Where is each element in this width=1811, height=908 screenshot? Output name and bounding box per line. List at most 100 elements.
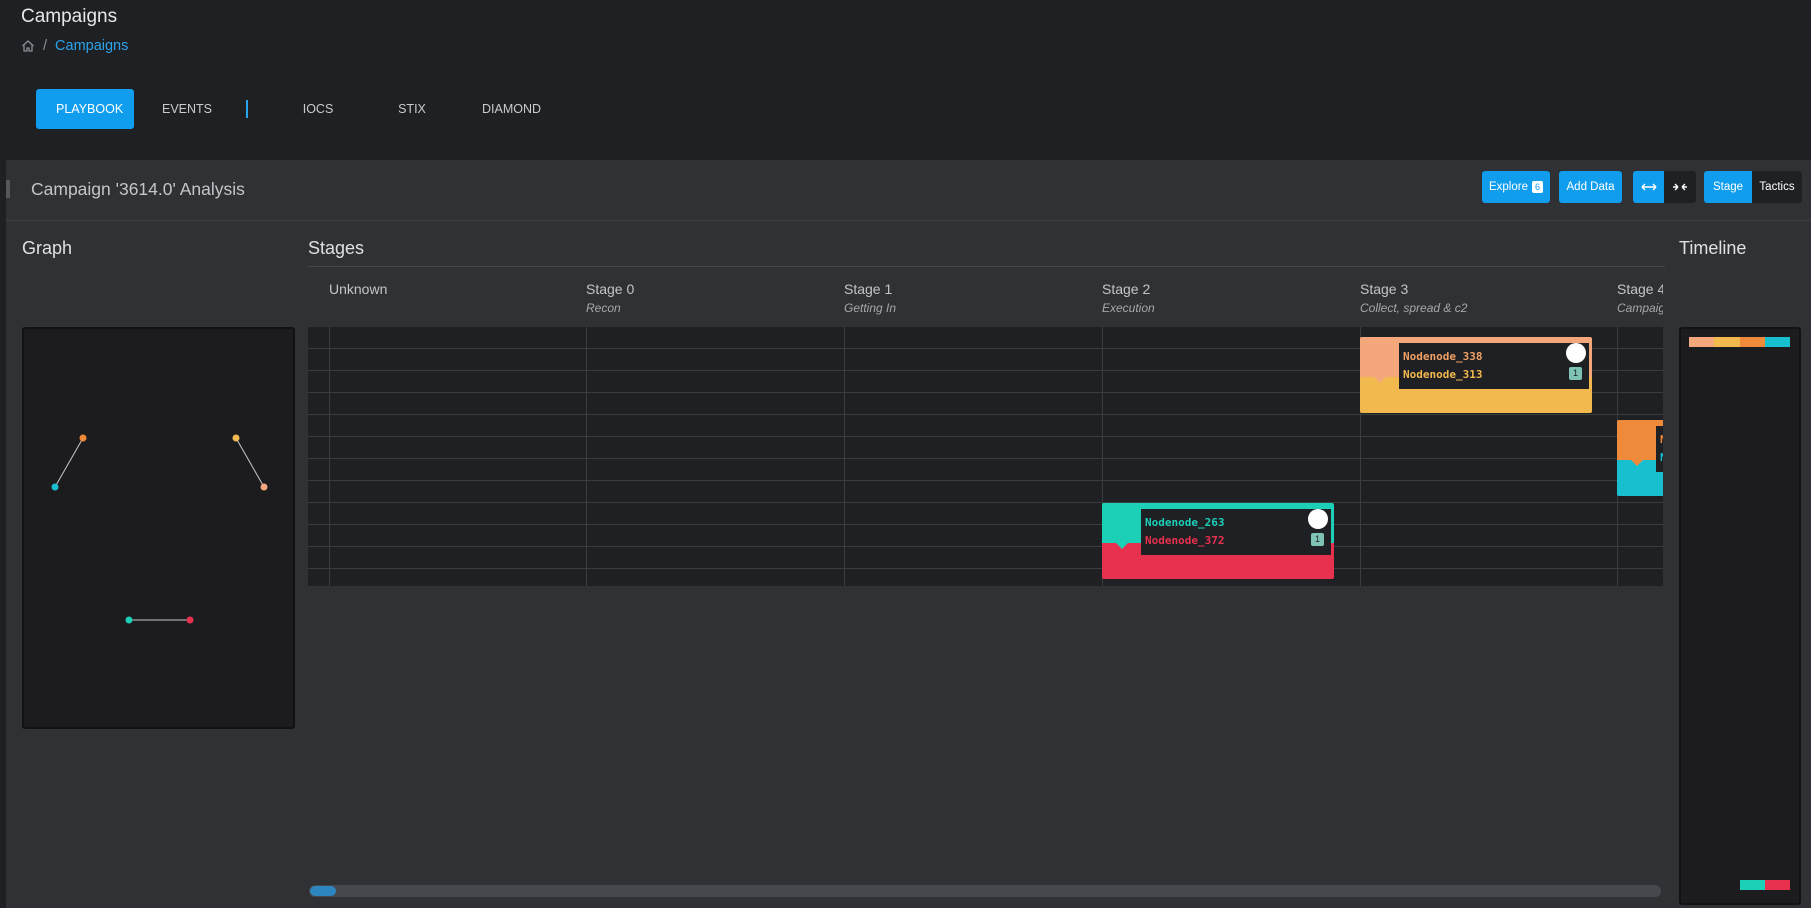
- card-node-1[interactable]: N: [1660, 433, 1663, 446]
- graph-node[interactable]: [186, 616, 194, 624]
- card-node-1[interactable]: Nodenode_338: [1403, 350, 1482, 363]
- card-node-1[interactable]: Nodenode_263: [1145, 516, 1224, 529]
- stage-header-1: Stage 1 Getting In: [844, 281, 896, 315]
- view-tactics-button[interactable]: Tactics: [1752, 171, 1802, 203]
- grid-line: [308, 524, 1663, 525]
- tab-separator: [246, 100, 248, 118]
- stage-name: Stage 1: [844, 281, 893, 297]
- grid-line: [308, 480, 1663, 481]
- card-status-circle[interactable]: [1308, 509, 1328, 529]
- card-node-2[interactable]: Nodenode_313: [1403, 368, 1482, 381]
- graph-panel[interactable]: [22, 327, 295, 729]
- card-panel: Nodenode_263 Nodenode_372 1: [1141, 509, 1331, 555]
- stage-name: Stage 3: [1360, 281, 1409, 297]
- stage-subtitle: Collect, spread & c2: [1360, 301, 1468, 315]
- stage-header-0: Stage 0 Recon: [586, 281, 634, 315]
- stage-subtitle: Execution: [1102, 301, 1155, 315]
- grid-line: [308, 568, 1663, 569]
- tab-playbook[interactable]: PLAYBOOK: [36, 89, 134, 129]
- stage-header-2: Stage 2 Execution: [1102, 281, 1155, 315]
- card-flag-notch: [1629, 458, 1645, 466]
- add-data-button[interactable]: Add Data: [1559, 171, 1622, 203]
- graph-node[interactable]: [232, 434, 240, 442]
- top-bar: Campaigns / Campaigns PLAYBOOK EVENTS IO…: [0, 0, 1811, 160]
- graph-edge: [54, 437, 84, 488]
- tab-bar: PLAYBOOK EVENTS IOCS STIX DIAMOND: [36, 89, 561, 129]
- stage-subtitle: Campaig: [1617, 301, 1663, 315]
- panel-edge-marker: [6, 180, 10, 198]
- stages-underline: [308, 266, 1665, 267]
- graph-canvas: [51, 434, 268, 624]
- stage-header-4: Stage 4 Campaig: [1617, 281, 1663, 315]
- stages-section-title: Stages: [308, 238, 365, 258]
- grid-line: [308, 458, 1663, 459]
- collapse-arrows-icon[interactable]: [1664, 171, 1696, 203]
- timeline-bar[interactable]: [1765, 880, 1790, 890]
- tab-iocs[interactable]: IOCS: [274, 89, 362, 129]
- stage-name: Stage 0: [586, 281, 635, 297]
- grid-line: [308, 414, 1663, 415]
- card-node-2[interactable]: N: [1660, 451, 1663, 464]
- grid-line: [308, 546, 1663, 547]
- explore-label: Explore: [1488, 181, 1528, 193]
- grid-line: [308, 502, 1663, 503]
- stage-name: Stage 4: [1617, 281, 1663, 297]
- explore-count-badge: 6: [1531, 181, 1543, 193]
- card-flag: [1617, 420, 1657, 466]
- card-flag-notch: [1372, 375, 1388, 383]
- tab-diamond[interactable]: DIAMOND: [462, 89, 561, 129]
- analysis-title: Campaign '3614.0' Analysis: [31, 179, 245, 199]
- stage-header-3: Stage 3 Collect, spread & c2: [1360, 281, 1467, 315]
- card-flag: [1360, 337, 1400, 383]
- breadcrumb-separator: /: [43, 38, 48, 54]
- card-node-2[interactable]: Nodenode_372: [1145, 534, 1224, 547]
- grid-line: [844, 327, 845, 586]
- card-panel: N N: [1656, 426, 1663, 472]
- timeline-section-title: Timeline: [1679, 238, 1747, 258]
- card-count-badge: 1: [1311, 533, 1324, 546]
- breadcrumb: / Campaigns: [21, 38, 128, 54]
- stage-subtitle: Getting In: [844, 301, 897, 315]
- graph-edge: [235, 437, 265, 488]
- graph-section-title: Graph: [22, 238, 73, 258]
- grid-line: [586, 327, 587, 586]
- tab-stix[interactable]: STIX: [362, 89, 462, 129]
- scrollbar-thumb[interactable]: [310, 886, 336, 896]
- stages-grid[interactable]: Nodenode_338 Nodenode_313 1 N N Nodenode…: [308, 327, 1663, 586]
- graph-node[interactable]: [51, 483, 59, 491]
- timeline-bar[interactable]: [1740, 337, 1765, 347]
- page-title: Campaigns: [21, 6, 118, 27]
- node-card[interactable]: N N: [1617, 420, 1663, 496]
- stage-name: Stage 2: [1102, 281, 1151, 297]
- stages-horizontal-scrollbar[interactable]: [309, 885, 1661, 897]
- card-status-circle[interactable]: [1566, 343, 1586, 363]
- card-flag: [1102, 503, 1142, 549]
- card-count-badge: 1: [1569, 367, 1582, 380]
- graph-node[interactable]: [79, 434, 87, 442]
- node-card[interactable]: Nodenode_338 Nodenode_313 1: [1360, 337, 1592, 413]
- timeline-bar[interactable]: [1714, 337, 1740, 347]
- tab-events[interactable]: EVENTS: [134, 89, 240, 129]
- view-mode-toggle: Stage Tactics: [1704, 171, 1802, 203]
- stage-subtitle: Recon: [586, 301, 621, 315]
- stage-header-unknown: Unknown: [329, 281, 387, 297]
- panel-divider: [6, 220, 1811, 221]
- grid-line: [308, 436, 1663, 437]
- card-panel: Nodenode_338 Nodenode_313 1: [1399, 343, 1589, 389]
- timeline-bar[interactable]: [1765, 337, 1790, 347]
- graph-node[interactable]: [125, 616, 133, 624]
- view-stage-button[interactable]: Stage: [1704, 171, 1752, 203]
- graph-node[interactable]: [260, 483, 268, 491]
- timeline-bar[interactable]: [1689, 337, 1714, 347]
- timeline-panel[interactable]: [1679, 327, 1801, 905]
- explore-button[interactable]: Explore 6: [1482, 171, 1550, 203]
- expand-collapse-toggle: [1633, 171, 1696, 203]
- stage-name: Unknown: [329, 281, 388, 297]
- node-card[interactable]: Nodenode_263 Nodenode_372 1: [1102, 503, 1334, 579]
- home-icon[interactable]: [21, 39, 35, 53]
- expand-arrows-icon[interactable]: [1633, 171, 1664, 203]
- timeline-bar[interactable]: [1740, 880, 1765, 890]
- card-flag-notch: [1114, 541, 1130, 549]
- breadcrumb-campaigns-link[interactable]: Campaigns: [55, 38, 128, 54]
- grid-line: [329, 327, 330, 586]
